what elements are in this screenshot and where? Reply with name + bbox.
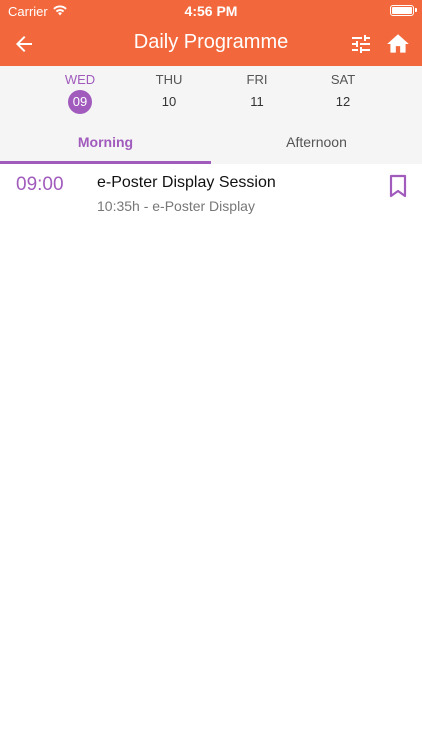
day-name: FRI (246, 72, 268, 87)
tab-afternoon[interactable]: Afternoon (211, 124, 422, 164)
session-title: e-Poster Display Session (97, 174, 276, 191)
day-sat[interactable]: SAT 12 (308, 66, 378, 124)
day-selector: WED 09 THU 10 FRI 11 SAT 12 (0, 66, 422, 124)
sliders-icon[interactable] (349, 32, 373, 56)
day-name: THU (155, 72, 183, 87)
day-fri[interactable]: FRI 11 (222, 66, 292, 124)
session-subtitle: 10:35h - e-Poster Display (97, 198, 255, 214)
day-thu[interactable]: THU 10 (134, 66, 204, 124)
session-tabs: Morning Afternoon (0, 124, 422, 164)
day-number: 12 (335, 94, 351, 109)
day-name: WED (64, 72, 96, 87)
home-icon[interactable] (385, 31, 411, 57)
session-time: 09:00 (16, 174, 64, 195)
status-bar: Carrier 4:56 PM (0, 0, 422, 22)
battery-icon (390, 5, 417, 16)
day-wed[interactable]: WED 09 (45, 66, 115, 124)
status-time: 4:56 PM (184, 3, 238, 19)
session-item[interactable]: 09:00 e-Poster Display Session 10:35h - … (0, 164, 422, 224)
nav-bar: Daily Programme (0, 22, 422, 66)
day-number: 10 (161, 94, 177, 109)
tab-morning[interactable]: Morning (0, 124, 211, 164)
bookmark-icon[interactable] (388, 174, 408, 198)
day-number: 11 (250, 94, 264, 109)
day-number: 09 (68, 90, 92, 114)
day-name: SAT (330, 72, 356, 87)
app-header: Carrier 4:56 PM Daily Programme (0, 0, 422, 66)
